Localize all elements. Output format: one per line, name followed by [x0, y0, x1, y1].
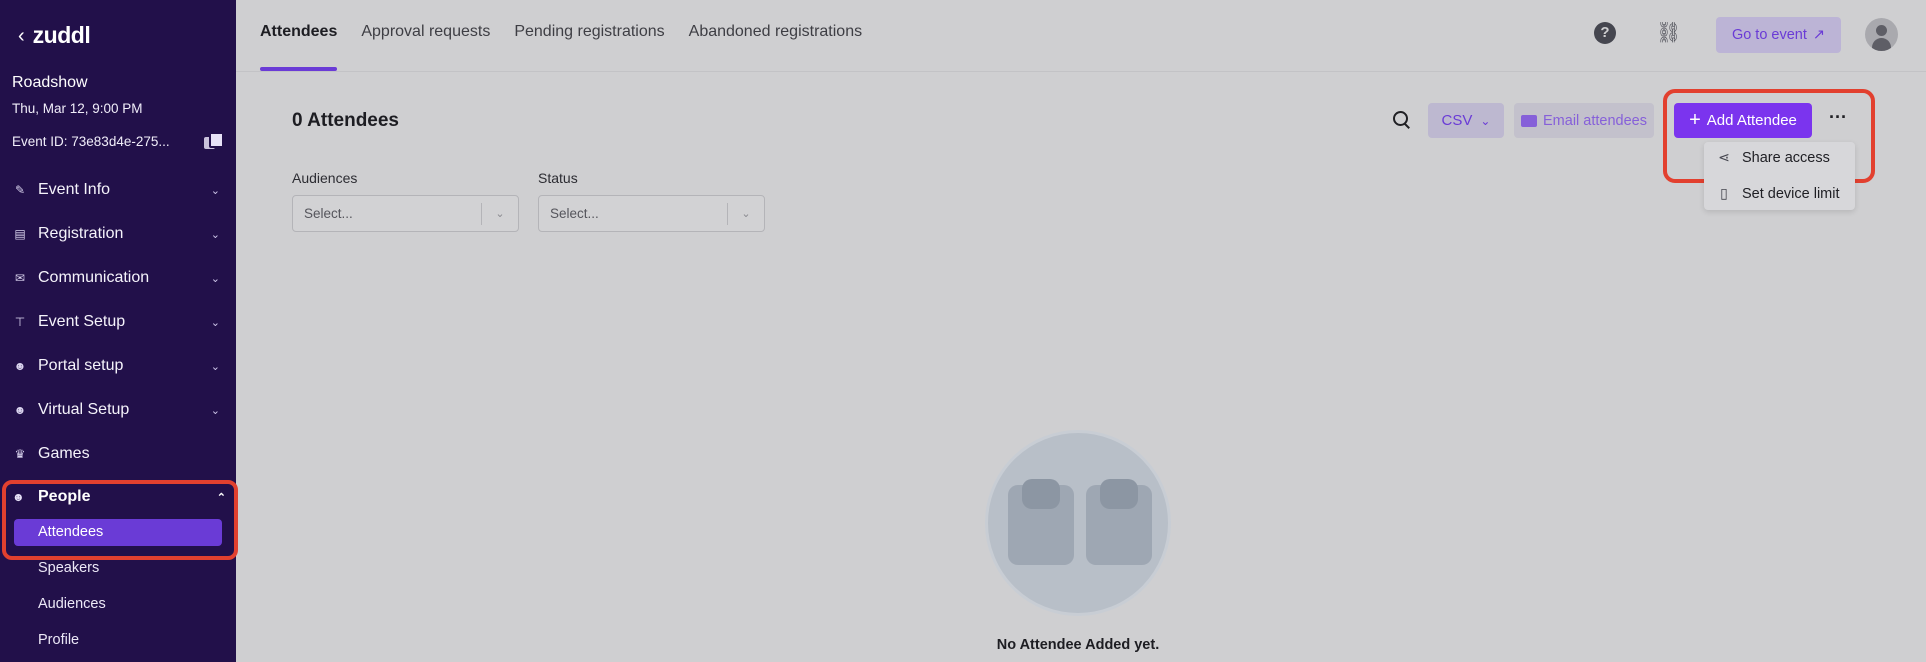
mail-icon	[1521, 114, 1537, 127]
nav-item-label: Virtual Setup	[38, 401, 130, 418]
event-date: Thu, Mar 12, 9:00 PM	[12, 101, 143, 116]
event-id-row: Event ID: 73e83d4e-275...	[12, 132, 224, 150]
status-placeholder: Select...	[550, 206, 599, 221]
nav-item-games[interactable]: ♛ Games	[0, 432, 236, 476]
sidebar-item-profile[interactable]: Profile	[38, 632, 79, 648]
person-head-left	[1022, 479, 1060, 509]
nav-item-label: Portal setup	[38, 357, 124, 374]
nav-item-label: Event Info	[38, 181, 111, 198]
chevron-down-icon: ⌄	[210, 360, 220, 373]
go-to-event-button[interactable]: Go to event ↗	[1716, 17, 1841, 53]
search-icon[interactable]	[1392, 110, 1410, 128]
tab-approval-requests[interactable]: Approval requests	[361, 0, 490, 72]
chevron-down-icon: ⌄	[495, 208, 505, 220]
csv-label: CSV	[1441, 112, 1473, 129]
wand-icon: ✎	[14, 183, 26, 197]
more-options-button[interactable]: ···	[1824, 103, 1852, 138]
go-to-event-label: Go to event	[1731, 27, 1807, 43]
mail-icon: ✉	[14, 271, 26, 285]
audiences-label: Audiences	[292, 170, 358, 186]
nav-item-registration[interactable]: ▤ Registration ⌄	[0, 212, 236, 256]
email-attendees-label: Email attendees	[1543, 112, 1647, 129]
form-icon: ▤	[14, 227, 26, 241]
nav-item-communication[interactable]: ✉ Communication ⌄	[0, 256, 236, 300]
page-title: 0 Attendees	[292, 110, 399, 131]
status-select[interactable]: Select... ⌄	[538, 195, 765, 232]
menu-item-share-access[interactable]: ⋖ Share access	[1716, 149, 1830, 166]
people-icon: ☻	[12, 490, 25, 504]
status-label: Status	[538, 170, 578, 186]
more-options-menu: ⋖ Share access ▯ Set device limit	[1704, 142, 1855, 210]
people-icon: ☻	[13, 359, 27, 373]
chevron-down-icon: ⌄	[210, 228, 220, 241]
nav-item-people[interactable]: ☻ People ⌃	[12, 486, 226, 508]
tab-bar: Attendees Approval requests Pending regi…	[260, 0, 862, 72]
devices-icon: ▯	[1720, 185, 1728, 201]
sidebar-item-speakers[interactable]: Speakers	[38, 560, 99, 576]
add-attendee-label: Add Attendee	[1706, 112, 1797, 129]
nav-item-portal-setup[interactable]: ☻ Portal setup ⌄	[0, 344, 236, 388]
arrow-up-right-icon: ↗	[1812, 27, 1826, 43]
chevron-down-icon: ⌄	[210, 272, 220, 285]
chevron-up-icon: ⌃	[216, 491, 226, 504]
nav-item-event-info[interactable]: ✎ Event Info ⌄	[0, 168, 236, 212]
audiences-select[interactable]: Select... ⌄	[292, 195, 519, 232]
people-icon: ☻	[13, 403, 27, 417]
audiences-placeholder: Select...	[304, 206, 353, 221]
menu-item-set-device-limit[interactable]: ▯ Set device limit	[1716, 185, 1840, 202]
empty-state-text: No Attendee Added yet.	[996, 637, 1160, 653]
chevron-down-icon: ⌄	[741, 208, 751, 220]
nav-item-label: Communication	[38, 269, 150, 286]
sidebar-item-attendees[interactable]: Attendees	[14, 519, 222, 546]
tab-abandoned-registrations[interactable]: Abandoned registrations	[689, 0, 862, 72]
event-id: Event ID: 73e83d4e-275...	[12, 133, 170, 149]
add-attendee-button[interactable]: + Add Attendee	[1674, 103, 1812, 138]
sidebar-item-audiences[interactable]: Audiences	[38, 596, 106, 612]
logo-row[interactable]: ‹ zuddl	[18, 22, 91, 49]
nav-item-label: Registration	[38, 225, 124, 242]
csv-button[interactable]: CSV ⌄	[1428, 103, 1504, 138]
event-name: Roadshow	[12, 74, 88, 91]
plus-icon: +	[1689, 108, 1701, 131]
help-icon[interactable]: ?	[1594, 22, 1616, 44]
menu-item-label: Set device limit	[1742, 185, 1840, 202]
sidebar: ‹ zuddl Roadshow Thu, Mar 12, 9:00 PM Ev…	[0, 0, 238, 662]
tab-pending-registrations[interactable]: Pending registrations	[514, 0, 664, 72]
sidebar-nav: ✎ Event Info ⌄ ▤ Registration ⌄ ✉ Commun…	[0, 168, 236, 476]
nav-item-label: Event Setup	[38, 313, 126, 330]
nav-item-label: Games	[38, 445, 90, 462]
tab-attendees[interactable]: Attendees	[260, 0, 338, 72]
link-icon[interactable]: ⛓	[1656, 22, 1681, 44]
signpost-icon: ⊤	[14, 315, 26, 329]
zuddl-logo: zuddl	[32, 22, 91, 48]
person-head-right	[1100, 479, 1138, 509]
share-icon: ⋖	[1718, 149, 1730, 165]
copy-icon[interactable]	[204, 132, 224, 150]
crown-icon: ♛	[14, 447, 26, 461]
empty-state-illustration	[985, 430, 1171, 616]
nav-item-event-setup[interactable]: ⊤ Event Setup ⌄	[0, 300, 236, 344]
chevron-down-icon: ⌄	[1480, 113, 1491, 128]
nav-item-label: People	[38, 488, 91, 505]
nav-item-virtual-setup[interactable]: ☻ Virtual Setup ⌄	[0, 388, 236, 432]
chevron-down-icon: ⌄	[210, 184, 220, 197]
chevron-down-icon: ⌄	[210, 404, 220, 417]
menu-item-label: Share access	[1742, 149, 1830, 166]
avatar[interactable]	[1865, 18, 1898, 51]
chevron-left-icon[interactable]: ‹	[18, 26, 25, 46]
email-attendees-button[interactable]: Email attendees	[1514, 103, 1654, 138]
chevron-down-icon: ⌄	[210, 316, 220, 329]
top-bar: Attendees Approval requests Pending regi…	[236, 0, 1926, 72]
